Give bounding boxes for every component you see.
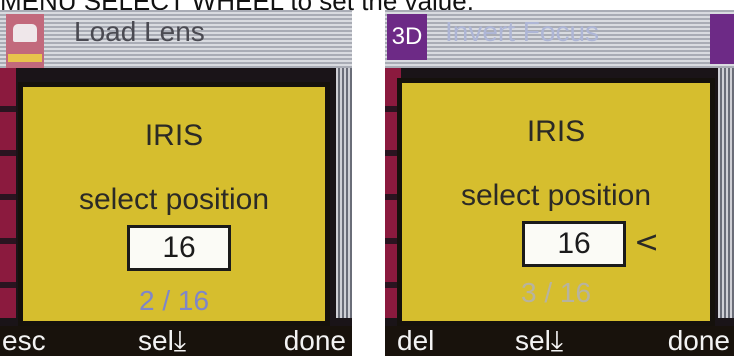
dialog-title: IRIS [144, 119, 204, 152]
camera-screen-right: 3D Invert Focus IRIS select position 16 … [385, 10, 734, 356]
dialog-subtitle: select position [78, 183, 270, 216]
select-softkey[interactable]: sel⤓ [515, 326, 563, 356]
iris-dialog: IRIS select position 16 < 3 / 16 [397, 78, 715, 326]
screen-title: Load Lens [74, 16, 205, 47]
softkey-bar: del sel⤓ done [385, 326, 734, 356]
position-value-field[interactable]: 16 [522, 221, 626, 267]
softkey-bar: esc sel⤓ done [0, 326, 352, 356]
side-strip-right [336, 68, 352, 318]
cursor-arrow-icon: < [634, 225, 660, 260]
corner-tab [710, 14, 734, 64]
delete-softkey[interactable]: del [397, 326, 434, 356]
done-softkey[interactable]: done [668, 326, 730, 356]
position-value-field[interactable]: 16 [127, 225, 231, 271]
position-counter: 2 / 16 [138, 285, 210, 316]
position-counter: 3 / 16 [520, 277, 592, 308]
done-softkey[interactable]: done [284, 326, 346, 356]
dialog-title: IRIS [526, 115, 586, 148]
lens-icon [6, 14, 44, 68]
esc-softkey[interactable]: esc [2, 326, 46, 356]
dialog-subtitle: select position [460, 179, 652, 212]
screen-title: Invert Focus [445, 16, 600, 47]
select-softkey[interactable]: sel⤓ [138, 326, 186, 356]
3d-badge: 3D [387, 14, 427, 60]
side-strip-left [0, 68, 16, 318]
camera-screen-left: Load Lens IRIS select position 16 2 / 16… [0, 10, 352, 356]
iris-dialog: IRIS select position 16 2 / 16 [18, 82, 330, 326]
title-bar: Load Lens [0, 10, 352, 68]
side-strip-right [718, 68, 734, 318]
title-bar: 3D Invert Focus [385, 10, 734, 68]
